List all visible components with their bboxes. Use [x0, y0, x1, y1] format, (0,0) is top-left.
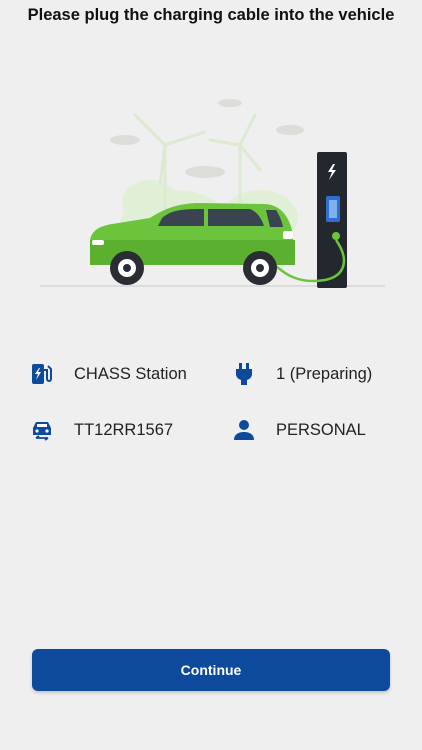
connector-status: 1 (Preparing)	[276, 364, 373, 383]
station-info: CHASS Station	[30, 359, 187, 389]
account-info: PERSONAL	[232, 415, 366, 445]
car-icon	[30, 418, 54, 442]
connector-info: 1 (Preparing)	[232, 359, 372, 389]
plug-icon	[232, 362, 256, 386]
info-row-station: CHASS Station 1 (Preparing)	[0, 359, 422, 389]
vehicle-plate: TT12RR1567	[74, 420, 174, 439]
continue-button[interactable]: Continue	[32, 649, 390, 691]
ev-charging-illustration	[40, 99, 385, 288]
station-name: CHASS Station	[74, 364, 187, 383]
account-type: PERSONAL	[276, 420, 366, 439]
info-row-vehicle: TT12RR1567 PERSONAL	[0, 415, 422, 445]
vehicle-info: TT12RR1567	[30, 415, 173, 445]
page-title: Please plug the charging cable into the …	[27, 6, 395, 24]
person-icon	[232, 418, 256, 442]
charging-station-icon	[30, 362, 54, 386]
